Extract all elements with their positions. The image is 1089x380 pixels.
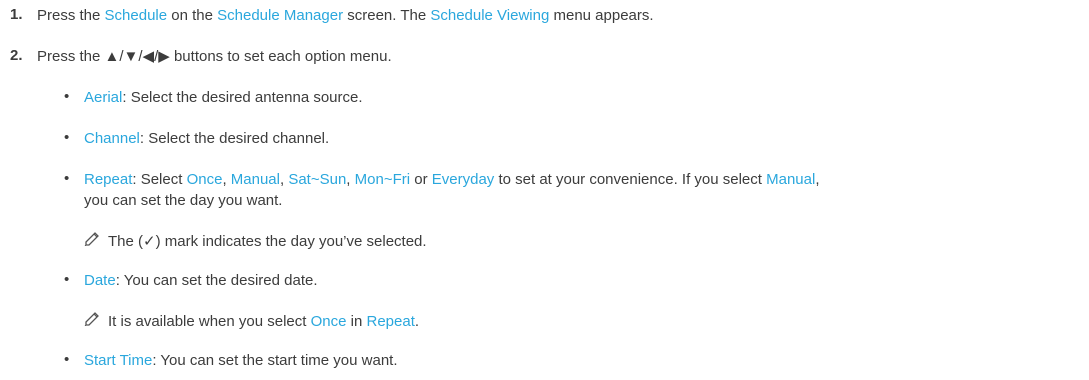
manual-option: Manual xyxy=(230,171,280,188)
date-note-text: in xyxy=(346,313,367,330)
date-desc: : You can set the desired date. xyxy=(115,272,318,289)
once-option: Once xyxy=(186,171,223,188)
step-number: 2. xyxy=(10,47,23,64)
checkmark-icon: ✓ xyxy=(143,233,156,250)
aerial-term: Aerial xyxy=(84,89,123,106)
repeat-note-text: The ( xyxy=(108,233,144,250)
start-time-item: Start Time: You can set the start time y… xyxy=(84,351,398,371)
manual-option: Manual xyxy=(766,171,816,188)
sat-sun-option: Sat~Sun xyxy=(288,171,347,188)
repeat-sep: or xyxy=(410,171,432,188)
once-option: Once xyxy=(310,313,347,330)
bullet-dot-icon: • xyxy=(64,170,70,187)
date-note-text: It is available when you select xyxy=(108,313,311,330)
schedule-manager-link: Schedule Manager xyxy=(217,7,344,24)
step-1-text-d: menu appears. xyxy=(549,7,654,24)
repeat-option: Repeat xyxy=(366,313,415,330)
repeat-term: Repeat xyxy=(84,171,133,188)
repeat-text: to set at your convenience. If you selec… xyxy=(494,171,767,188)
step-1-text-c: screen. The xyxy=(343,7,431,24)
bullet-dot-icon: • xyxy=(64,88,70,105)
step-1-text: Press the Schedule on the Schedule Manag… xyxy=(37,6,654,26)
step-1-text-b: on the xyxy=(167,7,218,24)
step-1-text-a: Press the xyxy=(37,7,105,24)
bullet-dot-icon: • xyxy=(64,271,70,288)
pencil-note-icon xyxy=(84,310,104,332)
start-time-desc: : You can set the start time you want. xyxy=(152,352,398,369)
date-note-text: . xyxy=(414,313,420,330)
channel-item: Channel: Select the desired channel. xyxy=(84,129,329,149)
date-item: Date: You can set the desired date. xyxy=(84,271,318,291)
repeat-note: The (✓) mark indicates the day you’ve se… xyxy=(84,230,427,252)
everyday-option: Everyday xyxy=(431,171,495,188)
step-2-text: Press the ▲/▼/◀/▶ buttons to set each op… xyxy=(37,48,392,65)
repeat-note-text: ) mark indicates the day you’ve selected… xyxy=(155,233,427,250)
repeat-text: , xyxy=(815,171,820,188)
pencil-note-icon xyxy=(84,230,104,252)
repeat-line-2: you can set the day you want. xyxy=(84,192,283,209)
schedule-link: Schedule xyxy=(104,7,168,24)
schedule-viewing-link: Schedule Viewing xyxy=(430,7,550,24)
repeat-item: Repeat: Select Once, Manual, Sat~Sun, Mo… xyxy=(84,170,820,190)
channel-term: Channel xyxy=(84,130,140,147)
start-time-term: Start Time xyxy=(84,352,153,369)
mon-fri-option: Mon~Fri xyxy=(354,171,411,188)
step-number: 1. xyxy=(10,6,23,23)
repeat-sep: , xyxy=(346,171,355,188)
bullet-dot-icon: • xyxy=(64,351,70,368)
date-term: Date xyxy=(84,272,116,289)
aerial-item: Aerial: Select the desired antenna sourc… xyxy=(84,88,363,108)
date-note: It is available when you select Once in … xyxy=(84,310,419,332)
channel-desc: : Select the desired channel. xyxy=(139,130,330,147)
aerial-desc: : Select the desired antenna source. xyxy=(122,89,363,106)
repeat-sep: , xyxy=(222,171,231,188)
bullet-dot-icon: • xyxy=(64,129,70,146)
repeat-text: : Select xyxy=(132,171,187,188)
